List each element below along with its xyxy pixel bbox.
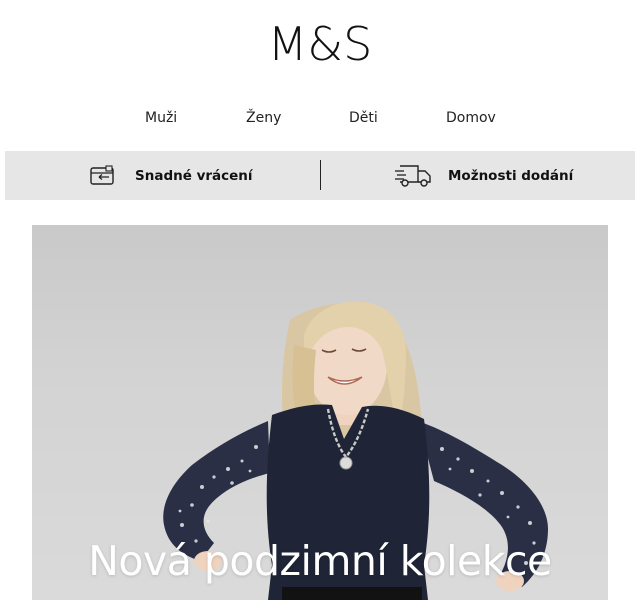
brand-logo[interactable]: M&S <box>0 14 640 74</box>
email-page: M&S Muži Ženy Děti Domov Snadné vrácení <box>0 0 640 600</box>
delivery-label: Možnosti dodání <box>448 167 574 184</box>
nav-item-deti[interactable]: Děti <box>349 106 378 130</box>
nav-item-zeny[interactable]: Ženy <box>246 106 281 130</box>
hero-title[interactable]: Nová podzimní kolekce <box>32 537 608 585</box>
service-info-bar: Snadné vrácení Možnosti dodání <box>5 151 635 200</box>
main-nav: Muži Ženy Děti Domov <box>0 106 640 130</box>
returns-link[interactable]: Snadné vrácení <box>89 151 253 200</box>
delivery-truck-icon <box>394 163 434 189</box>
nav-item-domov[interactable]: Domov <box>446 106 496 130</box>
returns-label: Snadné vrácení <box>135 167 253 184</box>
hero-banner[interactable]: Nová podzimní kolekce <box>32 225 608 600</box>
return-box-icon <box>89 164 117 188</box>
nav-item-muzi[interactable]: Muži <box>145 106 177 130</box>
info-divider <box>320 160 321 190</box>
delivery-link[interactable]: Možnosti dodání <box>394 151 573 200</box>
